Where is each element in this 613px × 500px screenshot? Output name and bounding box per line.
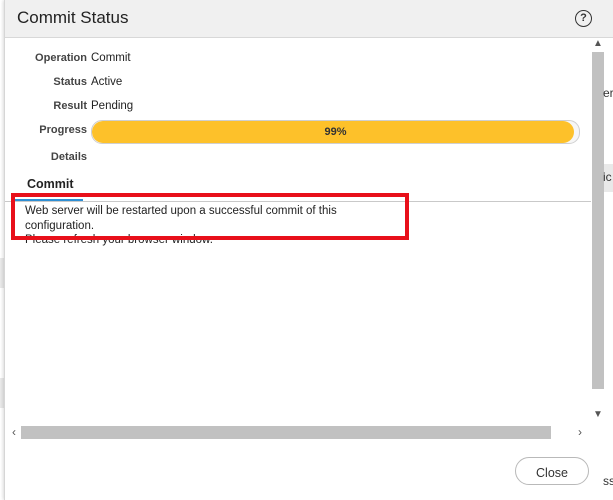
commit-status-dialog: Commit Status ? Operation Commit Status … (4, 0, 613, 500)
status-value: Active (91, 76, 123, 88)
scroll-left-icon[interactable]: ‹ (7, 424, 21, 440)
progress-percent: 99% (324, 126, 347, 138)
background-text-right-mid: ic (603, 170, 612, 184)
operation-label: Operation (35, 52, 87, 64)
operation-value: Commit (91, 52, 131, 64)
background-text-right-bottom: ss (603, 474, 613, 488)
progress-bar: 99% (91, 120, 580, 144)
dialog-title: Commit Status (17, 8, 129, 27)
horizontal-scrollbar-thumb[interactable] (21, 426, 551, 439)
close-button[interactable]: Close (515, 457, 589, 485)
result-value: Pending (91, 100, 134, 112)
status-label: Status (53, 76, 87, 88)
horizontal-scrollbar[interactable]: ‹ › (5, 424, 591, 440)
help-icon[interactable]: ? (575, 10, 592, 27)
result-label: Result (53, 100, 87, 112)
dialog-titlebar: Commit Status ? (5, 0, 613, 38)
scroll-down-icon[interactable]: ▼ (591, 409, 605, 421)
scroll-right-icon[interactable]: › (573, 424, 587, 440)
highlight-box (11, 193, 409, 240)
tab-commit[interactable]: Commit (27, 177, 74, 191)
details-label: Details (50, 151, 87, 163)
scroll-up-icon[interactable]: ▲ (591, 38, 605, 50)
vertical-scrollbar-thumb[interactable] (592, 52, 604, 389)
background-text-right-top: er (603, 86, 613, 100)
dialog-content: Operation Commit Status Active Result Pe… (5, 38, 591, 424)
progress-label: Progress (39, 124, 87, 136)
